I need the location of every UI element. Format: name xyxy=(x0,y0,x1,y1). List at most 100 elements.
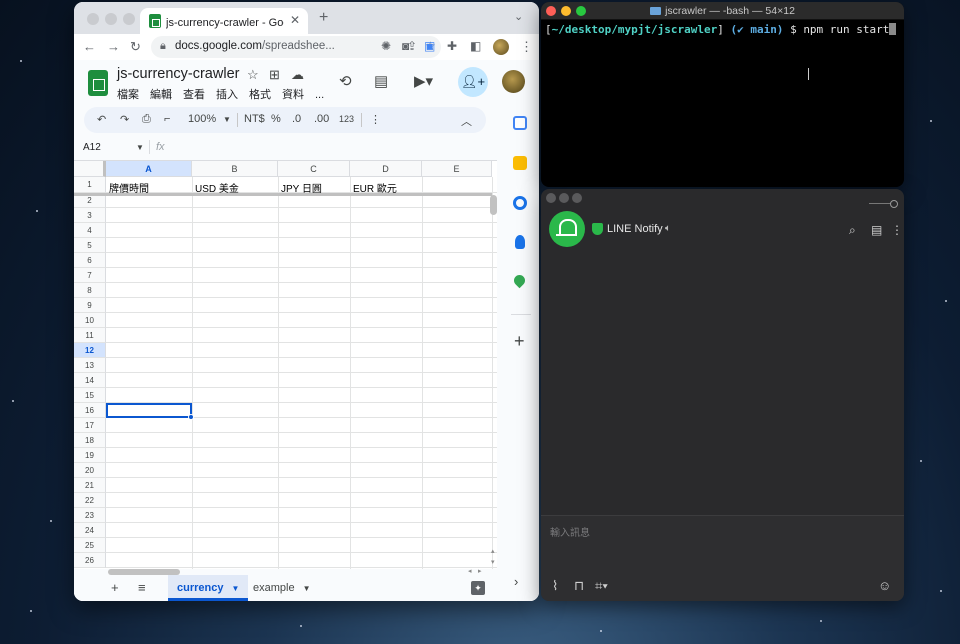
scroll-left-arrow-icon[interactable]: ◂ xyxy=(468,567,472,575)
extensions-puzzle-icon[interactable]: ✚ xyxy=(447,39,457,53)
browser-tab[interactable]: js-currency-crawler - Google 試算表 ✕ xyxy=(140,8,308,34)
browser-menu-icon[interactable]: ⋮ xyxy=(520,39,533,55)
explore-icon[interactable]: ✦ xyxy=(471,581,485,595)
scroll-right-arrow-icon[interactable]: ▸ xyxy=(478,567,482,575)
column-header-b[interactable]: B xyxy=(192,161,278,177)
selected-cell-a12[interactable] xyxy=(106,403,194,420)
row-header[interactable]: 12 xyxy=(74,343,106,358)
profile-avatar[interactable] xyxy=(493,39,509,55)
menu-view[interactable]: 查看 xyxy=(183,89,205,101)
account-avatar[interactable] xyxy=(502,70,525,93)
name-box-chevron-down-icon[interactable]: ▼ xyxy=(136,143,144,152)
undo-icon[interactable]: ↶ xyxy=(97,113,106,126)
line-notify-bell-avatar[interactable] xyxy=(549,211,585,247)
collapse-chevron-up-icon[interactable]: ︿ xyxy=(461,113,472,129)
menu-format[interactable]: 格式 xyxy=(249,89,271,101)
terminal-window[interactable]: jscrawler — -bash — 54×12 [~/desktop/myp… xyxy=(541,2,904,187)
chat-name[interactable]: LINE Notify xyxy=(607,223,663,235)
frozen-row-divider[interactable] xyxy=(74,193,492,196)
decrease-decimal-button[interactable]: .0 xyxy=(292,113,301,125)
row-header[interactable]: 20 xyxy=(74,463,106,478)
close-window-button[interactable] xyxy=(87,13,99,25)
row-header[interactable]: 16 xyxy=(74,403,106,418)
bookmark-icon[interactable]: ⊓ xyxy=(574,578,584,594)
row-header[interactable]: 11 xyxy=(74,328,106,343)
currency-format-button[interactable]: NT$ xyxy=(244,113,265,125)
name-box[interactable]: A12 xyxy=(83,142,101,153)
redo-icon[interactable]: ↷ xyxy=(120,113,129,126)
row-header[interactable]: 19 xyxy=(74,448,106,463)
keep-icon[interactable] xyxy=(513,156,527,170)
row-header[interactable]: 17 xyxy=(74,418,106,433)
menu-insert[interactable]: 插入 xyxy=(216,89,238,101)
comments-icon[interactable]: ▤ xyxy=(374,72,388,90)
scroll-down-arrow-icon[interactable]: ▾ xyxy=(491,558,495,566)
new-tab-button[interactable]: + xyxy=(319,9,328,27)
fill-handle[interactable] xyxy=(188,414,194,420)
maximize-window-button[interactable] xyxy=(123,13,135,25)
row-header[interactable]: 5 xyxy=(74,238,106,253)
opacity-slider[interactable] xyxy=(869,200,898,208)
row-header[interactable]: 3 xyxy=(74,208,106,223)
row-header[interactable]: 6 xyxy=(74,253,106,268)
row-header[interactable]: 14 xyxy=(74,373,106,388)
increase-decimal-button[interactable]: .00 xyxy=(314,113,329,125)
row-header[interactable]: 25 xyxy=(74,538,106,553)
minimize-window-button[interactable] xyxy=(105,13,117,25)
close-window-button[interactable] xyxy=(546,193,556,203)
all-sheets-list-icon[interactable]: ≡ xyxy=(138,580,146,595)
column-header-c[interactable]: C xyxy=(278,161,350,177)
column-header-a[interactable]: A xyxy=(106,161,192,177)
row-header[interactable]: 7 xyxy=(74,268,106,283)
extension-dark-mode-icon[interactable]: ✺ xyxy=(381,39,391,53)
maps-icon[interactable] xyxy=(511,272,528,289)
row-header[interactable]: 10 xyxy=(74,313,106,328)
zoom-chevron-down-icon[interactable]: ▼ xyxy=(223,115,231,124)
row-header[interactable]: 8 xyxy=(74,283,106,298)
version-history-icon[interactable]: ⟲ xyxy=(339,72,352,90)
emoji-icon[interactable]: ☺ xyxy=(878,578,891,593)
more-menu-icon[interactable]: ⋮ xyxy=(891,223,903,237)
contacts-icon[interactable] xyxy=(515,235,525,249)
row-header[interactable]: 4 xyxy=(74,223,106,238)
attach-paperclip-icon[interactable]: ⌇ xyxy=(552,578,558,594)
row-header[interactable]: 9 xyxy=(74,298,106,313)
row-header[interactable]: 23 xyxy=(74,508,106,523)
select-all-corner[interactable] xyxy=(74,161,106,177)
side-panel-expand-chevron-icon[interactable]: › xyxy=(514,574,518,589)
print-icon[interactable]: ⎙ xyxy=(142,113,151,126)
vertical-scrollbar-thumb[interactable] xyxy=(490,195,497,215)
menu-data[interactable]: 資料 xyxy=(282,89,304,101)
calendar-icon[interactable] xyxy=(513,116,527,130)
row-header[interactable]: 21 xyxy=(74,478,106,493)
menu-file[interactable]: 檔案 xyxy=(117,89,139,101)
sheet-tab-currency[interactable]: currency ▼ xyxy=(168,575,249,601)
menu-edit[interactable]: 編輯 xyxy=(150,89,172,101)
sheet-tab-chevron-down-icon[interactable]: ▼ xyxy=(231,584,239,593)
sheets-logo-icon[interactable] xyxy=(88,70,108,96)
column-header-d[interactable]: D xyxy=(350,161,422,177)
row-header[interactable]: 26 xyxy=(74,553,106,568)
spreadsheet-grid[interactable]: A B C D E 1 2 3 4 5 6 7 8 9 10 11 12 13 14 15 16 17 18 19 2… xyxy=(74,160,497,569)
maximize-window-button[interactable] xyxy=(572,193,582,203)
extension-camera-icon[interactable]: ◙ xyxy=(402,39,409,53)
menu-more[interactable]: ... xyxy=(315,89,324,101)
move-folder-icon[interactable]: ⊞ xyxy=(269,67,280,83)
star-icon[interactable]: ☆ xyxy=(247,67,259,83)
side-panel-icon[interactable]: ◧ xyxy=(470,39,481,53)
tab-search-icon[interactable]: ⌄ xyxy=(514,10,523,23)
number-format-button[interactable]: 123 xyxy=(339,114,354,124)
sheet-tab-example[interactable]: example ▼ xyxy=(244,575,320,601)
sheet-tab-chevron-down-icon[interactable]: ▼ xyxy=(303,584,311,593)
scroll-up-arrow-icon[interactable]: ▴ xyxy=(491,547,495,555)
meet-video-icon[interactable]: ▶▾ xyxy=(414,72,433,90)
document-title[interactable]: js-currency-crawler xyxy=(117,66,239,82)
row-header[interactable]: 22 xyxy=(74,493,106,508)
row-header[interactable]: 24 xyxy=(74,523,106,538)
minimize-window-button[interactable] xyxy=(559,193,569,203)
forward-arrow-icon[interactable]: → xyxy=(107,39,120,54)
row-header[interactable]: 15 xyxy=(74,388,106,403)
notes-icon[interactable]: ▤ xyxy=(871,223,882,237)
search-icon[interactable]: ⌕ xyxy=(849,223,856,238)
get-addons-plus-icon[interactable]: + xyxy=(514,332,525,350)
